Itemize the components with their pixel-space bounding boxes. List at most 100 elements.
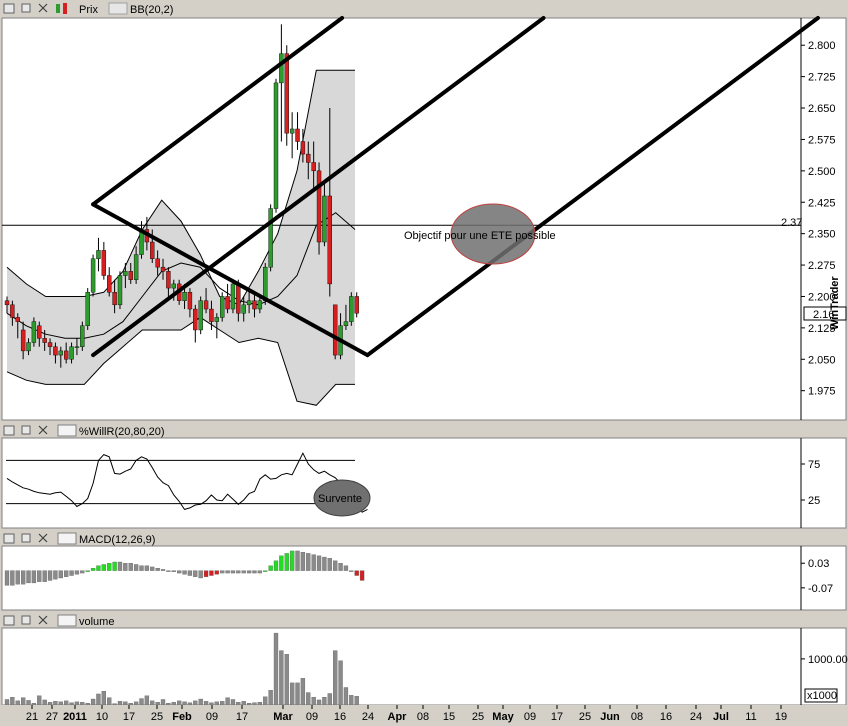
volume-bar: [150, 700, 155, 706]
macd-bar: [166, 570, 171, 572]
candle-body: [273, 82, 279, 209]
x-tick-label: 19: [775, 711, 787, 723]
macd-bar: [354, 570, 359, 576]
macd-bar: [123, 563, 128, 571]
price-grid-icon[interactable]: [3, 3, 15, 14]
macd-grid-icon[interactable]: [3, 533, 15, 544]
volume-bar: [295, 682, 300, 706]
willr-minimize-icon[interactable]: [21, 425, 31, 435]
volume-bar: [69, 702, 74, 706]
volume-bar: [139, 698, 144, 706]
candle-body: [219, 296, 225, 318]
oversold-label: Survente: [318, 493, 362, 505]
macd-axis: [800, 545, 847, 611]
candle-body: [74, 346, 80, 348]
volume-bar: [252, 702, 257, 706]
macd-bar: [193, 570, 198, 577]
x-tick-label: 09: [306, 711, 318, 723]
volume-bar: [311, 697, 316, 706]
price-title: Prix: [79, 4, 98, 16]
macd-bar: [26, 570, 31, 584]
volume-minimize-icon[interactable]: [21, 615, 31, 625]
candle-body: [117, 275, 123, 306]
macd-bar: [53, 570, 58, 580]
price-minimize-icon[interactable]: [21, 3, 31, 13]
volume-bar: [246, 703, 252, 706]
volume-bar: [182, 701, 187, 706]
candle-body: [300, 141, 306, 155]
macd-bar: [284, 553, 289, 571]
x-tick-label: 27: [46, 711, 58, 723]
candle-body: [295, 128, 300, 142]
volume-grid-icon[interactable]: [3, 615, 15, 626]
volume-bar: [268, 690, 273, 706]
macd-bar: [177, 570, 182, 574]
x-tick-label: 08: [631, 711, 643, 723]
volume-unit: x1000: [807, 690, 837, 702]
candle-body: [268, 208, 273, 268]
volume-bar: [230, 699, 236, 706]
willr-y-tick-label: 75: [808, 459, 820, 471]
x-tick-label: 25: [579, 711, 591, 723]
macd-bar: [306, 553, 311, 571]
candle-body: [252, 300, 257, 310]
macd-bar: [112, 561, 117, 571]
macd-bar: [327, 558, 332, 571]
volume-bar: [316, 699, 322, 706]
macd-bar: [300, 552, 306, 571]
macd-bar: [316, 555, 322, 571]
candle-body: [123, 271, 128, 276]
price-y-tick-label: 2.725: [808, 72, 836, 84]
willr-plot: [1, 437, 802, 529]
macd-bar: [198, 570, 203, 579]
macd-bar: [117, 561, 123, 571]
volume-bar: [53, 701, 58, 706]
candle-body: [311, 162, 316, 172]
x-tick-label: Jun: [600, 711, 620, 723]
indicator-title: BB(20,2): [130, 4, 173, 16]
volume-series-icon: [57, 614, 77, 627]
volume-bar: [187, 702, 193, 706]
volume-y-tick-label: 1000.00: [808, 654, 848, 666]
candle-body: [171, 283, 176, 289]
macd-bar: [343, 565, 349, 571]
candle-body: [10, 304, 15, 318]
volume-plot: [1, 627, 802, 706]
candle-body: [209, 308, 214, 322]
macd-bar: [101, 564, 106, 571]
volume-bar: [349, 695, 354, 706]
macd-bar: [241, 570, 246, 574]
macd-minimize-icon[interactable]: [21, 533, 31, 543]
macd-bar: [133, 564, 139, 571]
volume-bar: [225, 697, 230, 706]
candle-up-icon: [56, 4, 60, 13]
volume-bar: [220, 701, 225, 706]
volume-bar: [214, 701, 219, 706]
candle-body: [150, 241, 155, 259]
macd-bar: [187, 570, 193, 576]
volume-bar: [107, 697, 112, 706]
volume-bar: [42, 699, 47, 706]
macd-bar: [214, 570, 219, 575]
price-y-tick-label: 2.500: [808, 166, 836, 178]
candle-body: [85, 292, 90, 326]
candle-body: [279, 53, 284, 84]
macd-bar: [225, 570, 230, 574]
willr-grid-icon[interactable]: [3, 425, 15, 436]
macd-bar: [42, 570, 47, 582]
candle-body: [107, 275, 112, 293]
volume-bar: [47, 702, 53, 706]
macd-bar: [69, 570, 74, 576]
candle-body: [316, 170, 322, 243]
candle-body: [4, 300, 10, 306]
candle-body: [47, 342, 53, 347]
x-tick-label: 11: [745, 711, 756, 723]
x-tick-label: 24: [690, 711, 702, 723]
macd-bar: [333, 560, 338, 571]
chart-canvas: Prix BB(20,2) 2.37 Objectif pour une ETE po…: [0, 0, 848, 726]
candle-body: [332, 304, 338, 356]
candle-body: [128, 271, 133, 280]
volume-bar: [354, 696, 359, 706]
macd-bar: [263, 570, 268, 572]
x-tick-label: 17: [123, 711, 135, 723]
